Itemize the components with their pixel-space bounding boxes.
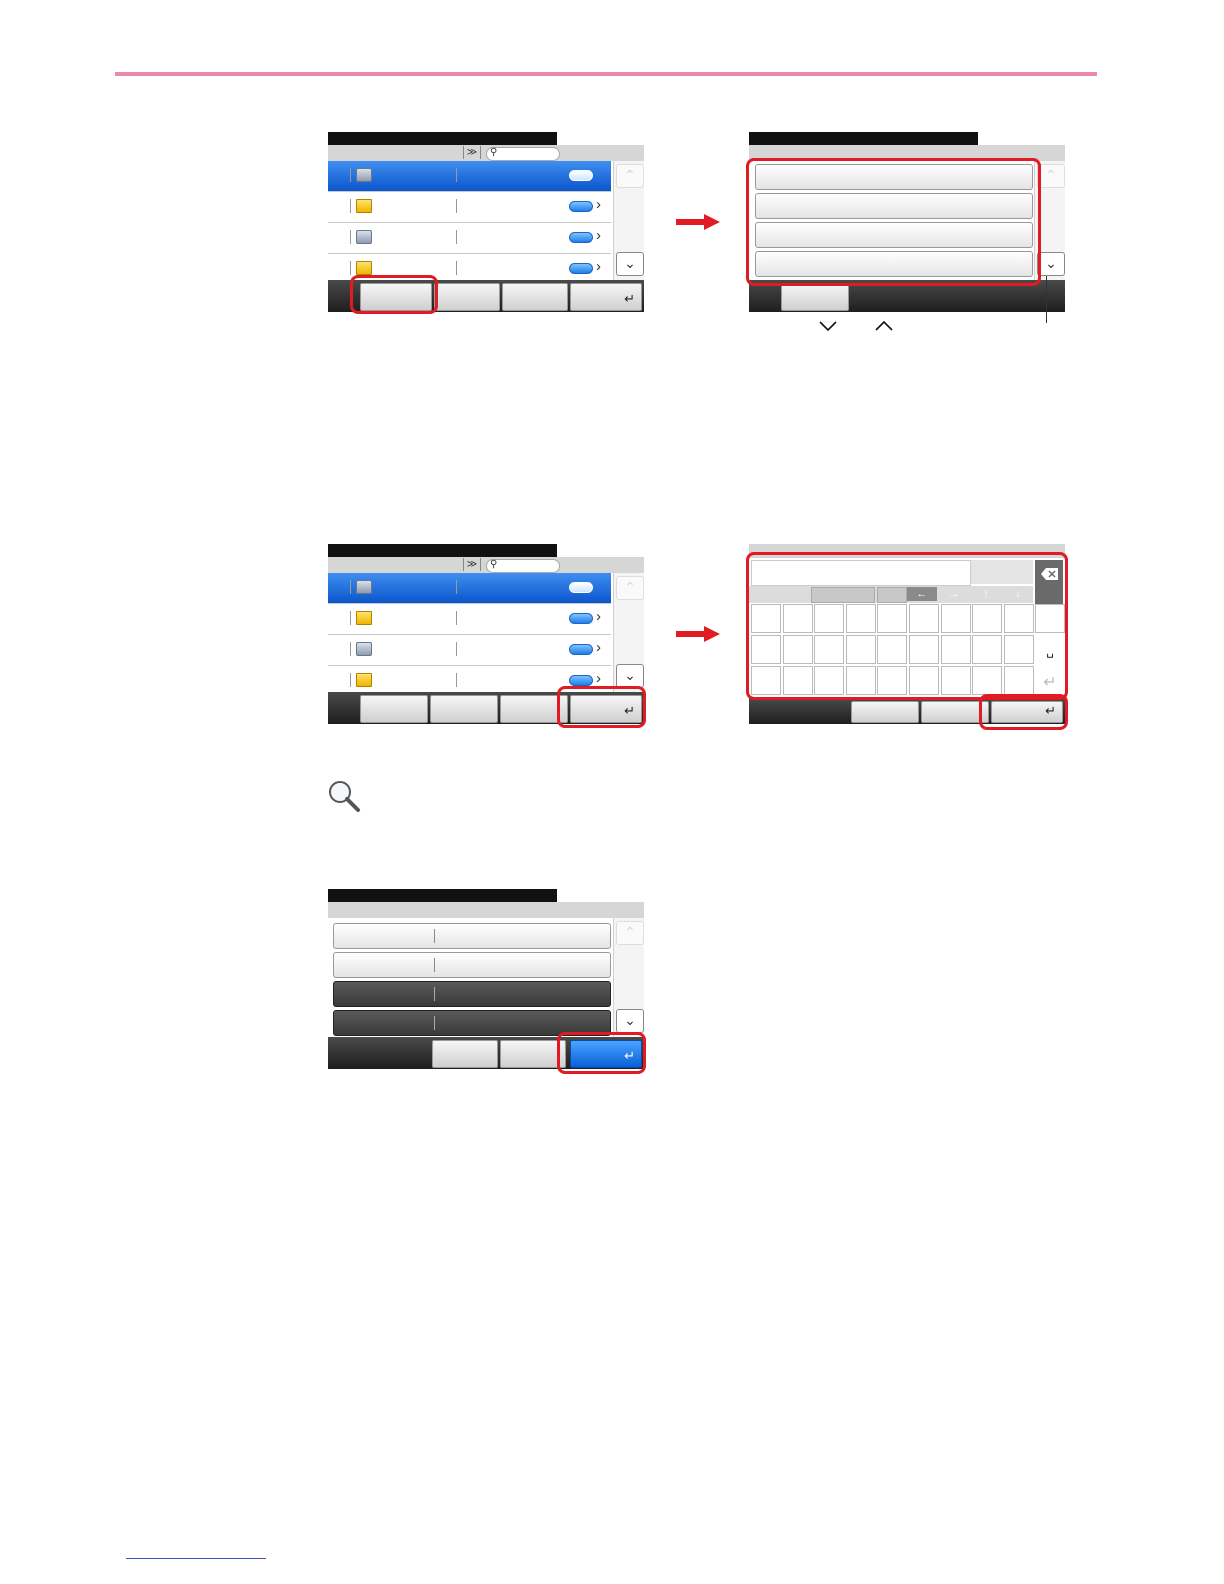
- detail-button[interactable]: [569, 170, 593, 181]
- folder-icon: [356, 199, 372, 213]
- cancel-button[interactable]: [781, 283, 849, 311]
- list-item[interactable]: ›: [328, 223, 611, 254]
- enter-icon: ↵: [624, 291, 635, 306]
- fax-icon: [356, 642, 372, 656]
- search-field[interactable]: ⚲: [486, 147, 560, 161]
- search-field[interactable]: ⚲: [486, 559, 560, 573]
- callout-line: [1046, 276, 1047, 323]
- toolbar-button-2[interactable]: [434, 283, 500, 311]
- toolbar-button-1[interactable]: [360, 695, 428, 723]
- detail-button[interactable]: [569, 201, 593, 212]
- scrollbar[interactable]: ⌃ ⌄: [613, 918, 644, 1037]
- highlight-box: [979, 694, 1068, 730]
- sort-dropdown[interactable]: ≫: [463, 558, 481, 571]
- chevron-right-icon: ›: [596, 196, 601, 213]
- list-item[interactable]: [328, 161, 611, 192]
- chevron-right-icon: ›: [596, 670, 601, 687]
- chevron-up-icon[interactable]: ⌃: [616, 576, 644, 600]
- chevron-up-icon[interactable]: ⌃: [616, 164, 644, 188]
- detail-button[interactable]: [569, 582, 593, 593]
- screen-title-bar: [328, 889, 557, 902]
- list-item[interactable]: ›: [328, 604, 611, 635]
- chevron-down-icon[interactable]: ⌄: [616, 664, 644, 688]
- detail-button[interactable]: [569, 232, 593, 243]
- chevron-up-icon[interactable]: ⌃: [1037, 164, 1065, 188]
- fax-icon: [356, 230, 372, 244]
- search-icon: ⚲: [490, 559, 498, 570]
- scroll-caption: [818, 318, 908, 338]
- chevron-right-icon: ›: [596, 608, 601, 625]
- toolbar-button-3[interactable]: [502, 283, 568, 311]
- folder-icon: [356, 261, 372, 275]
- field-row[interactable]: [333, 923, 611, 949]
- list-item[interactable]: ›: [328, 635, 611, 666]
- list-item[interactable]: ›: [328, 192, 611, 223]
- sort-dropdown[interactable]: ≫: [463, 146, 481, 159]
- list-item[interactable]: [328, 573, 611, 604]
- detail-button[interactable]: [569, 644, 593, 655]
- chevron-down-icon[interactable]: ⌄: [616, 252, 644, 276]
- arrow-right-icon: [676, 626, 720, 642]
- toolbar-button-1[interactable]: [432, 1040, 498, 1068]
- chevron-right-icon: ›: [596, 227, 601, 244]
- chevron-down-icon: [819, 320, 893, 332]
- toolbar-button-1[interactable]: [851, 701, 919, 723]
- search-icon: ⚲: [490, 147, 498, 158]
- screen-title-bar: [328, 132, 557, 145]
- detail-button[interactable]: [569, 675, 593, 686]
- fax-icon: [356, 168, 372, 182]
- detail-button[interactable]: [569, 613, 593, 624]
- folder-icon: [356, 611, 372, 625]
- scrollbar[interactable]: ⌃ ⌄: [613, 573, 644, 692]
- highlight-box: [746, 552, 1068, 700]
- toolbar-button-2[interactable]: [430, 695, 498, 723]
- chevron-right-icon: ›: [596, 258, 601, 275]
- magnifier-icon: [326, 778, 362, 814]
- detail-button[interactable]: [569, 263, 593, 274]
- chevron-down-icon[interactable]: ⌄: [616, 1009, 644, 1033]
- highlight-box: [557, 1032, 646, 1074]
- screen-title-bar: [328, 544, 557, 557]
- chevron-down-icon[interactable]: ⌄: [1037, 252, 1065, 276]
- chevron-right-icon: ›: [596, 639, 601, 656]
- scrollbar[interactable]: ⌃ ⌄: [613, 161, 644, 280]
- chevron-up-icon[interactable]: ⌃: [616, 921, 644, 945]
- ok-button[interactable]: ↵: [570, 283, 642, 311]
- screen-sub-bar: [328, 902, 644, 918]
- footer-link-underline: [126, 1558, 266, 1559]
- highlight-box: [350, 275, 438, 314]
- highlight-box: [746, 158, 1041, 286]
- field-row-disabled: [333, 981, 611, 1007]
- fax-icon: [356, 580, 372, 594]
- screen-title-bar: [749, 132, 978, 145]
- header-rule: [115, 72, 1097, 76]
- folder-icon: [356, 673, 372, 687]
- field-row[interactable]: [333, 952, 611, 978]
- arrow-right-icon: [676, 214, 720, 230]
- chevron-up-icon: [875, 320, 893, 331]
- highlight-box: [557, 686, 646, 728]
